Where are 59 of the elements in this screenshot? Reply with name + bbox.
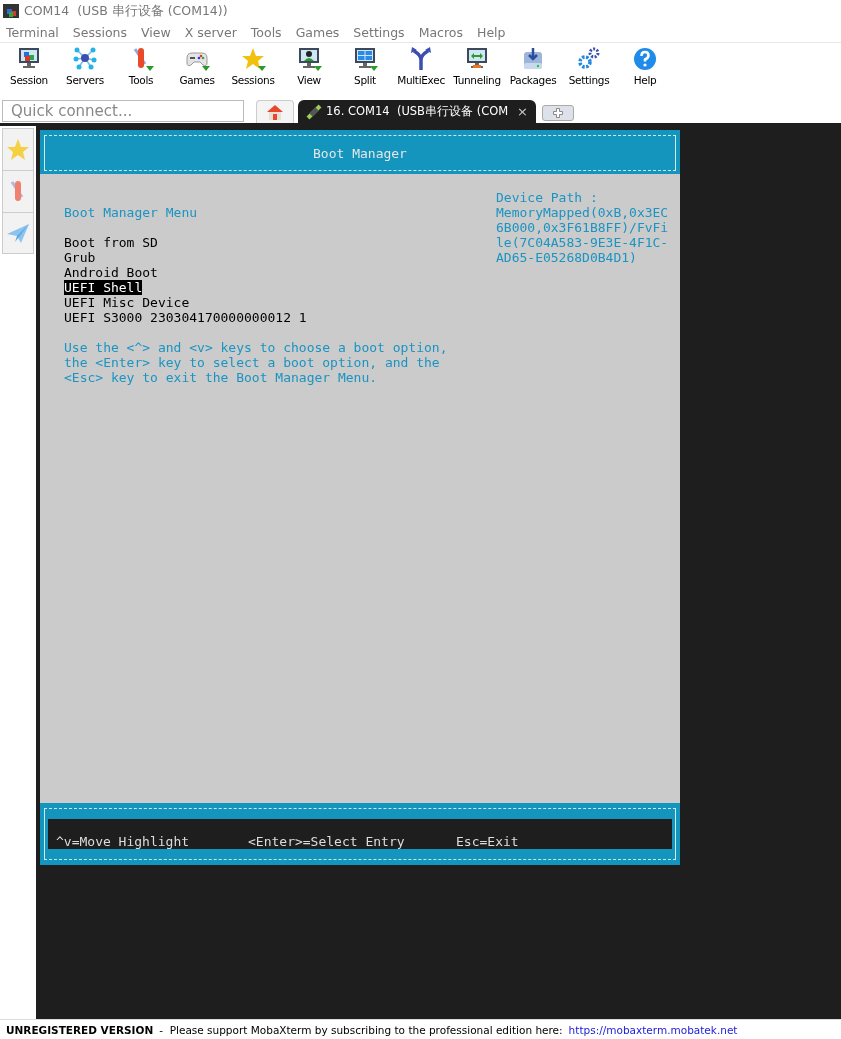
toolbar-button[interactable]: Sessions: [225, 43, 281, 97]
toolbar-button[interactable]: View: [281, 43, 337, 97]
device-path-text: MemoryMapped(0xB,0x3EC: [496, 205, 669, 220]
boot-option[interactable]: UEFI Misc Device: [64, 295, 190, 310]
website-link[interactable]: https://mobaxterm.mobatek.net: [568, 1023, 738, 1036]
menu-item[interactable]: Games: [295, 24, 340, 40]
quick-connect-field[interactable]: Quick connect...: [2, 100, 244, 122]
menu-item[interactable]: X server: [184, 24, 237, 40]
help-icon: [631, 46, 659, 72]
toolbar-button[interactable]: Help: [617, 43, 673, 97]
app-logo-icon: [3, 4, 19, 18]
toolbar-button[interactable]: Tunneling: [449, 43, 505, 97]
unregistered-notice: UNREGISTERED VERSION: [6, 1023, 154, 1036]
device-path-text: Device Path :: [496, 190, 599, 205]
boot-option[interactable]: Grub: [64, 250, 96, 265]
session-tab[interactable]: 16. COM14 (USB串行设备 (COM ×: [298, 100, 536, 123]
device-path-text: AD65-E05268D0B4D1): [496, 250, 638, 265]
hotkey-hint: <Enter>=Select Entry: [248, 834, 406, 849]
device-path-text: le(7C04A583-9E3E-4F1C-: [496, 235, 669, 250]
screen-title: Boot Manager: [313, 145, 407, 161]
window-title: COM14 (USB 串行设备 (COM14)): [24, 2, 228, 20]
toolbar-button[interactable]: Packages: [505, 43, 561, 97]
boot-option[interactable]: Android Boot: [64, 265, 158, 280]
sidebar-button[interactable]: [2, 170, 34, 212]
menu-item[interactable]: Macros: [418, 24, 463, 40]
tab-label: 16. COM14 (USB串行设备 (COM: [326, 104, 510, 119]
serial-plug-icon: [306, 103, 322, 120]
menu-item[interactable]: Terminal: [6, 24, 59, 40]
device-path-text: 6B000,0x3F61B8FF)/FvFi: [496, 220, 669, 235]
boot-option[interactable]: UEFI S3000 230304170000000012 1: [64, 310, 307, 325]
menu-item[interactable]: Sessions: [72, 24, 128, 40]
help-text: the <Enter> key to select a boot option, and the: [64, 355, 441, 370]
toolbar-button[interactable]: Session: [1, 43, 57, 97]
support-message: - Please support MobaXterm by subscribing to the professional edition here:: [159, 1023, 563, 1036]
toolbar-button[interactable]: Servers: [57, 43, 113, 97]
toolbar-button[interactable]: Split: [337, 43, 393, 97]
help-text: <Esc> key to exit the Boot Manager Menu.: [64, 370, 379, 385]
sidebar-button[interactable]: [2, 212, 34, 254]
new-tab-button[interactable]: [542, 105, 574, 121]
menu-item[interactable]: Settings: [353, 24, 405, 40]
hotkey-hint: Esc=Exit: [456, 834, 520, 849]
boot-option[interactable]: Boot from SD: [64, 235, 158, 250]
home-tab[interactable]: [256, 100, 294, 123]
network-icon: [71, 46, 99, 72]
toolbar-button[interactable]: Tools: [113, 43, 169, 97]
help-text: Use the <^> and <v> keys to choose a boot option,: [64, 340, 449, 355]
sidebar-button[interactable]: [2, 128, 34, 170]
toolbar-button[interactable]: Settings: [561, 43, 617, 97]
menu-item[interactable]: View: [141, 24, 171, 40]
menu-item[interactable]: Help: [477, 24, 506, 40]
menu-title: Boot Manager Menu: [64, 205, 199, 220]
house-icon: [266, 104, 284, 120]
plus-icon: [553, 108, 563, 118]
menu-item[interactable]: Tools: [250, 24, 282, 40]
hotkey-hint: ^v=Move Highlight: [56, 834, 191, 849]
boot-option[interactable]: UEFI Shell: [64, 280, 143, 295]
toolbar-button[interactable]: Games: [169, 43, 225, 97]
toolbar-button[interactable]: MultiExec: [393, 43, 449, 97]
close-icon[interactable]: ×: [517, 104, 528, 119]
